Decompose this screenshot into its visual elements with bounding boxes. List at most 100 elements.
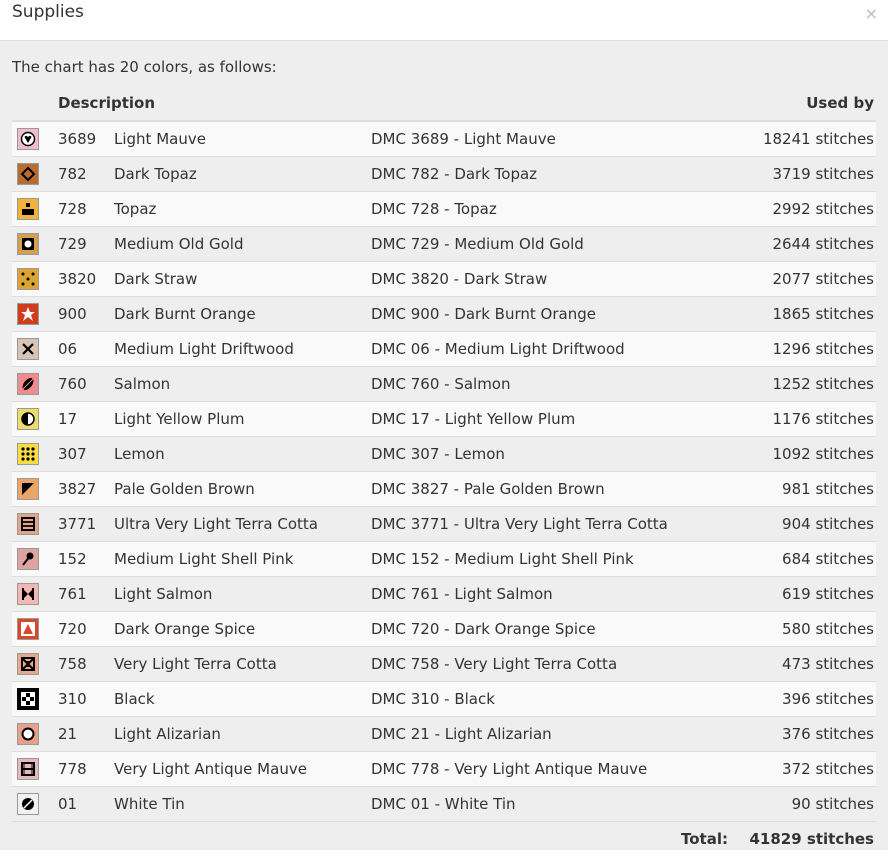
- thread-name: Black: [114, 680, 371, 716]
- symbol-cell: [12, 645, 58, 681]
- symbol-cell: [12, 435, 58, 471]
- thread-name: Light Alizarian: [114, 715, 371, 751]
- h-box-icon: [17, 757, 39, 780]
- thread-description: DMC 760 - Salmon: [371, 365, 741, 401]
- table-row: 3689 Light Mauve DMC 3689 - Light Mauve 182…: [12, 120, 876, 156]
- thread-name: Salmon: [114, 365, 371, 401]
- header-symbol: [12, 86, 58, 122]
- thread-name: White Tin: [114, 785, 371, 821]
- thread-description: DMC 3827 - Pale Golden Brown: [371, 470, 741, 506]
- table-row: 758 Very Light Terra Cotta DMC 758 - Very …: [12, 645, 876, 681]
- circle-icon: [17, 722, 39, 745]
- thread-description: DMC 17 - Light Yellow Plum: [371, 400, 741, 436]
- thread-name: Topaz: [114, 190, 371, 226]
- symbol-cell: [12, 715, 58, 751]
- stitch-count: 2077 stitches: [741, 260, 876, 296]
- thread-code: 760: [58, 365, 114, 401]
- thread-name: Pale Golden Brown: [114, 470, 371, 506]
- thread-code: 3771: [58, 505, 114, 541]
- thread-code: 06: [58, 330, 114, 366]
- pin-icon: [17, 547, 39, 570]
- stitch-count: 2992 stitches: [741, 190, 876, 226]
- symbol-cell: [12, 470, 58, 506]
- stitch-count: 619 stitches: [741, 575, 876, 611]
- dialog-body: The chart has 20 colors, as follows: Des…: [0, 41, 888, 850]
- stitch-count: 3719 stitches: [741, 155, 876, 191]
- symbol-cell: [12, 330, 58, 366]
- symbol-cell: [12, 750, 58, 786]
- close-button[interactable]: ×: [865, 4, 878, 23]
- slashed-circle-icon: [17, 792, 39, 815]
- thread-name: Very Light Terra Cotta: [114, 645, 371, 681]
- header-description: Description: [58, 86, 741, 122]
- thread-code: 778: [58, 750, 114, 786]
- stitch-count: 981 stitches: [741, 470, 876, 506]
- total-row: Total: 41829 stitches: [12, 821, 876, 857]
- thread-description: DMC 728 - Topaz: [371, 190, 741, 226]
- symbol-cell: [12, 365, 58, 401]
- symbol-cell: [12, 680, 58, 716]
- table-row: 3827 Pale Golden Brown DMC 3827 - Pale Gol…: [12, 470, 876, 506]
- thread-name: Medium Light Driftwood: [114, 330, 371, 366]
- thread-description: DMC 310 - Black: [371, 680, 741, 716]
- thread-name: Very Light Antique Mauve: [114, 750, 371, 786]
- symbol-cell: [12, 155, 58, 191]
- total-label: Total:: [681, 830, 728, 848]
- symbol-cell: [12, 785, 58, 821]
- triangle-icon: [17, 617, 39, 640]
- thread-description: DMC 307 - Lemon: [371, 435, 741, 471]
- table-row: 729 Medium Old Gold DMC 729 - Medium Old G…: [12, 225, 876, 261]
- stitch-count: 904 stitches: [741, 505, 876, 541]
- thread-name: Dark Burnt Orange: [114, 295, 371, 331]
- thread-name: Dark Orange Spice: [114, 610, 371, 646]
- thread-name: Lemon: [114, 435, 371, 471]
- dice-five-icon: [17, 267, 39, 290]
- plus-grid-icon: [17, 687, 39, 710]
- supplies-dialog: Supplies × The chart has 20 colors, as f…: [0, 0, 888, 851]
- dialog-title: Supplies: [12, 2, 84, 22]
- thread-description: DMC 21 - Light Alizarian: [371, 715, 741, 751]
- stitch-count: 396 stitches: [741, 680, 876, 716]
- cross-box-icon: [17, 652, 39, 675]
- header-used-by: Used by: [741, 86, 876, 122]
- table-row: 310 Black DMC 310 - Black 396 stitches: [12, 680, 876, 716]
- symbol-cell: [12, 260, 58, 296]
- table-row: 760 Salmon DMC 760 - Salmon 1252 stitches: [12, 365, 876, 401]
- thread-description: DMC 06 - Medium Light Driftwood: [371, 330, 741, 366]
- table-row: 21 Light Alizarian DMC 21 - Light Alizaria…: [12, 715, 876, 751]
- thread-code: 3827: [58, 470, 114, 506]
- table-row: 3771 Ultra Very Light Terra Cotta DMC 3771…: [12, 505, 876, 541]
- stitch-count: 2644 stitches: [741, 225, 876, 261]
- thread-code: 900: [58, 295, 114, 331]
- table-row: 3820 Dark Straw DMC 3820 - Dark Straw 2077 …: [12, 260, 876, 296]
- thread-description: DMC 729 - Medium Old Gold: [371, 225, 741, 261]
- diamond-icon: [17, 162, 39, 185]
- stitch-count: 1865 stitches: [741, 295, 876, 331]
- thread-code: 01: [58, 785, 114, 821]
- intro-text: The chart has 20 colors, as follows:: [12, 58, 277, 76]
- thread-name: Medium Old Gold: [114, 225, 371, 261]
- thread-code: 782: [58, 155, 114, 191]
- bowtie-icon: [17, 582, 39, 605]
- thread-name: Dark Straw: [114, 260, 371, 296]
- thread-name: Ultra Very Light Terra Cotta: [114, 505, 371, 541]
- symbol-cell: [12, 540, 58, 576]
- stitch-count: 1092 stitches: [741, 435, 876, 471]
- stitch-count: 473 stitches: [741, 645, 876, 681]
- thread-code: 761: [58, 575, 114, 611]
- table-row: 900 Dark Burnt Orange DMC 900 - Dark Burnt…: [12, 295, 876, 331]
- stitch-count: 1296 stitches: [741, 330, 876, 366]
- symbol-cell: [12, 120, 58, 156]
- half-circle-icon: [17, 407, 39, 430]
- thread-description: DMC 3771 - Ultra Very Light Terra Cotta: [371, 505, 741, 541]
- table-row: 152 Medium Light Shell Pink DMC 152 - Medi…: [12, 540, 876, 576]
- thread-code: 720: [58, 610, 114, 646]
- square-dot-icon: [17, 232, 39, 255]
- thread-name: Light Salmon: [114, 575, 371, 611]
- stitch-count: 372 stitches: [741, 750, 876, 786]
- stitch-count: 18241 stitches: [741, 120, 876, 156]
- stitch-count: 376 stitches: [741, 715, 876, 751]
- thread-description: DMC 782 - Dark Topaz: [371, 155, 741, 191]
- thread-code: 17: [58, 400, 114, 436]
- table-row: 728 Topaz DMC 728 - Topaz 2992 stitches: [12, 190, 876, 226]
